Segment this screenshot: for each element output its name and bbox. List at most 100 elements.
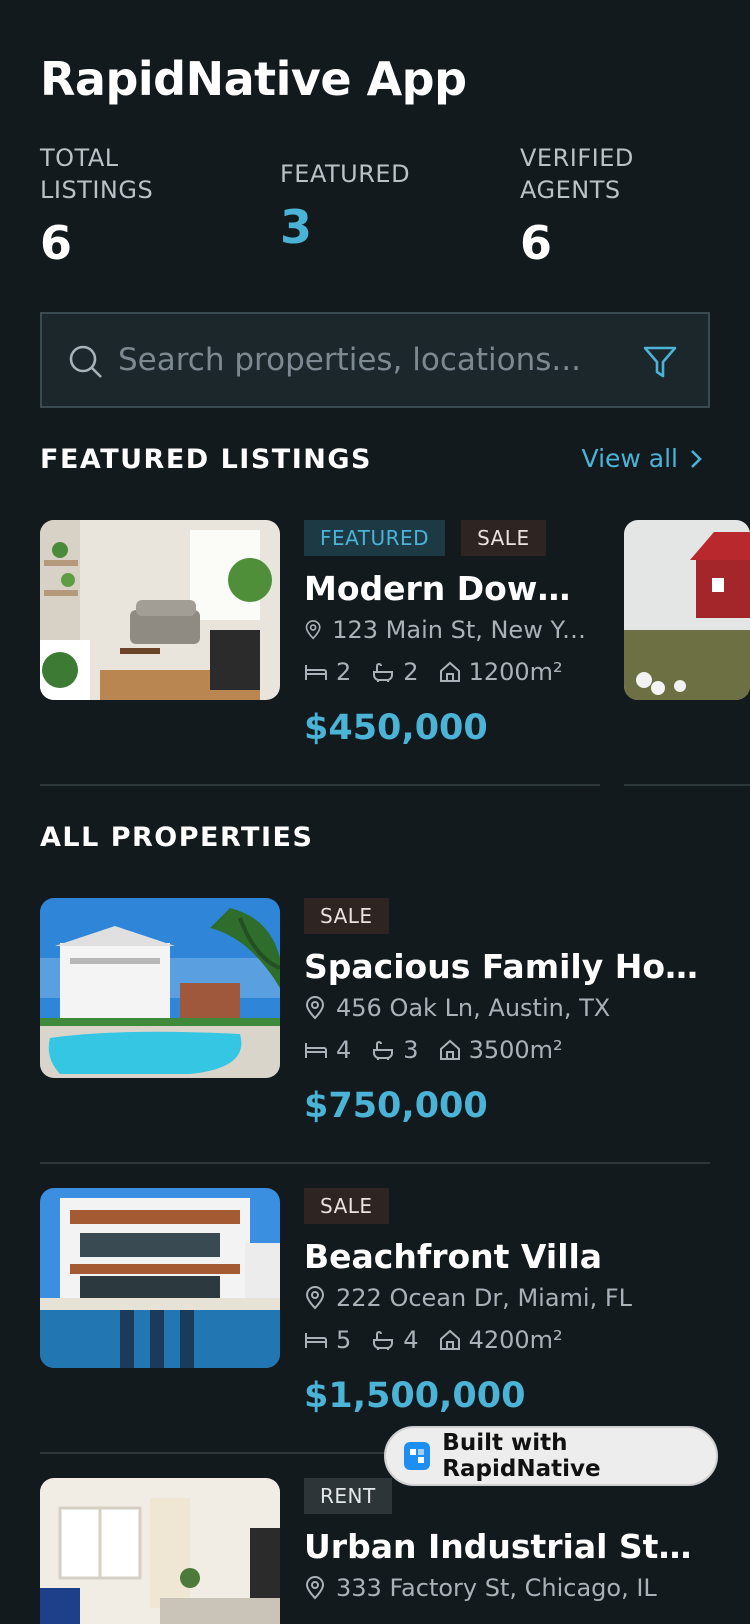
property-title: Modern Downtown Loft — [304, 569, 588, 608]
address-text: 123 Main St, New York, NY — [332, 616, 594, 644]
sale-badge: SALE — [304, 898, 389, 934]
built-with-label: Built with RapidNative — [442, 1430, 601, 1482]
property-price: $750,000 — [304, 1086, 488, 1126]
sale-badge: SALE — [304, 1188, 389, 1224]
baths-value: 4 — [403, 1326, 419, 1354]
property-image — [624, 520, 750, 700]
property-image — [40, 520, 280, 700]
property-image — [40, 898, 280, 1078]
search-icon — [68, 344, 104, 384]
rapidnative-logo-icon — [404, 1442, 431, 1470]
area-size: 1200m² — [439, 658, 563, 686]
card-body: FEATURED SALE Modern Downtown Loft 123 M… — [304, 520, 604, 748]
stat-value: 6 — [520, 216, 553, 270]
section-title-featured: FEATURED LISTINGS — [40, 444, 372, 475]
address-text: 222 Ocean Dr, Miami, FL — [336, 1284, 633, 1312]
location-pin-icon — [305, 1576, 325, 1600]
baths-value: 2 — [403, 658, 419, 686]
property-address: 222 Ocean Dr, Miami, FL — [304, 1284, 710, 1312]
property-card[interactable]: SALE Spacious Family Home 456 Oak Ln, Au… — [40, 898, 710, 1138]
property-address: 123 Main St, New York, NY — [304, 616, 594, 644]
area-value: 3500m² — [468, 1036, 563, 1064]
baths-count: 4 — [371, 1326, 419, 1354]
bath-icon — [373, 1041, 394, 1060]
bed-icon — [305, 1043, 327, 1058]
property-card[interactable]: SALE Beachfront Villa 222 Ocean Dr, Miam… — [40, 1188, 710, 1428]
property-address: 456 Oak Ln, Austin, TX — [304, 994, 710, 1022]
property-address: 333 Factory St, Chicago, IL — [304, 1574, 710, 1602]
view-all-label: View all — [581, 444, 678, 473]
property-meta: 5 4 4200m² — [304, 1326, 710, 1354]
stat-value: 6 — [40, 216, 73, 270]
beds-count: 5 — [304, 1326, 351, 1354]
stat-label: FEATURED — [280, 160, 411, 188]
view-all-link[interactable]: View all — [582, 444, 702, 473]
stat-total-listings: TOTAL LISTINGS 6 — [40, 142, 240, 266]
featured-card-next[interactable] — [624, 520, 750, 700]
stat-label-line: LISTINGS — [40, 176, 154, 204]
card-body: SALE Spacious Family Home 456 Oak Ln, Au… — [304, 898, 710, 1126]
area-size: 3500m² — [439, 1036, 563, 1064]
card-body: SALE Beachfront Villa 222 Ocean Dr, Miam… — [304, 1188, 710, 1416]
stat-label-line: AGENTS — [520, 176, 621, 204]
divider — [40, 1162, 710, 1164]
property-price: $450,000 — [304, 708, 488, 748]
beds-value: 5 — [336, 1326, 352, 1354]
beds-value: 2 — [336, 658, 352, 686]
chevron-right-icon — [691, 449, 702, 468]
property-image — [40, 1478, 280, 1624]
stat-featured: FEATURED 3 — [280, 158, 480, 250]
stat-label-line: VERIFIED — [520, 144, 634, 172]
property-meta: 2 2 1200m² — [304, 658, 604, 686]
search-bar[interactable] — [40, 312, 710, 408]
sale-badge: SALE — [461, 520, 546, 556]
badges: SALE — [304, 898, 710, 934]
beds-value: 4 — [336, 1036, 352, 1064]
card-body: RENT Urban Industrial Studio 333 Factory… — [304, 1478, 710, 1602]
bath-icon — [373, 663, 394, 682]
rent-badge: RENT — [304, 1478, 392, 1514]
divider — [40, 784, 600, 786]
bath-icon — [373, 1331, 394, 1350]
app-title: RapidNative App — [40, 52, 467, 106]
stat-label: TOTAL LISTINGS — [40, 142, 240, 206]
baths-count: 3 — [371, 1036, 419, 1064]
stat-verified-agents: VERIFIED AGENTS 6 — [520, 142, 720, 266]
stat-label: VERIFIED AGENTS — [520, 142, 720, 206]
stat-value: 3 — [280, 200, 313, 254]
beds-count: 4 — [304, 1036, 351, 1064]
featured-card[interactable]: FEATURED SALE Modern Downtown Loft 123 M… — [40, 520, 600, 760]
area-size: 4200m² — [439, 1326, 563, 1354]
property-title: Beachfront Villa — [304, 1237, 603, 1276]
built-with-badge[interactable]: Built with RapidNative — [384, 1426, 718, 1486]
home-icon — [439, 1039, 460, 1060]
baths-count: 2 — [371, 658, 419, 686]
filter-icon[interactable] — [642, 344, 678, 384]
property-meta: 4 3 3500m² — [304, 1036, 710, 1064]
beds-count: 2 — [304, 658, 351, 686]
search-input[interactable] — [118, 336, 618, 384]
featured-badge: FEATURED — [304, 520, 446, 556]
bed-icon — [305, 1333, 327, 1348]
property-card[interactable]: RENT Urban Industrial Studio 333 Factory… — [40, 1478, 710, 1624]
location-pin-icon — [305, 996, 325, 1020]
property-title: Spacious Family Home — [304, 947, 710, 986]
badges: FEATURED SALE — [304, 520, 604, 556]
address-text: 456 Oak Ln, Austin, TX — [336, 994, 611, 1022]
location-pin-icon — [305, 620, 321, 640]
stat-label-line: TOTAL — [40, 144, 119, 172]
home-icon — [439, 661, 460, 682]
badges: SALE — [304, 1188, 710, 1224]
section-title-all: ALL PROPERTIES — [40, 822, 314, 853]
baths-value: 3 — [403, 1036, 419, 1064]
divider — [624, 784, 750, 786]
property-image — [40, 1188, 280, 1368]
location-pin-icon — [305, 1286, 325, 1310]
address-text: 333 Factory St, Chicago, IL — [336, 1574, 657, 1602]
bed-icon — [305, 665, 327, 680]
home-icon — [439, 1329, 460, 1350]
area-value: 4200m² — [468, 1326, 563, 1354]
area-value: 1200m² — [468, 658, 563, 686]
property-price: $1,500,000 — [304, 1376, 526, 1416]
property-title: Urban Industrial Studio — [304, 1527, 710, 1566]
